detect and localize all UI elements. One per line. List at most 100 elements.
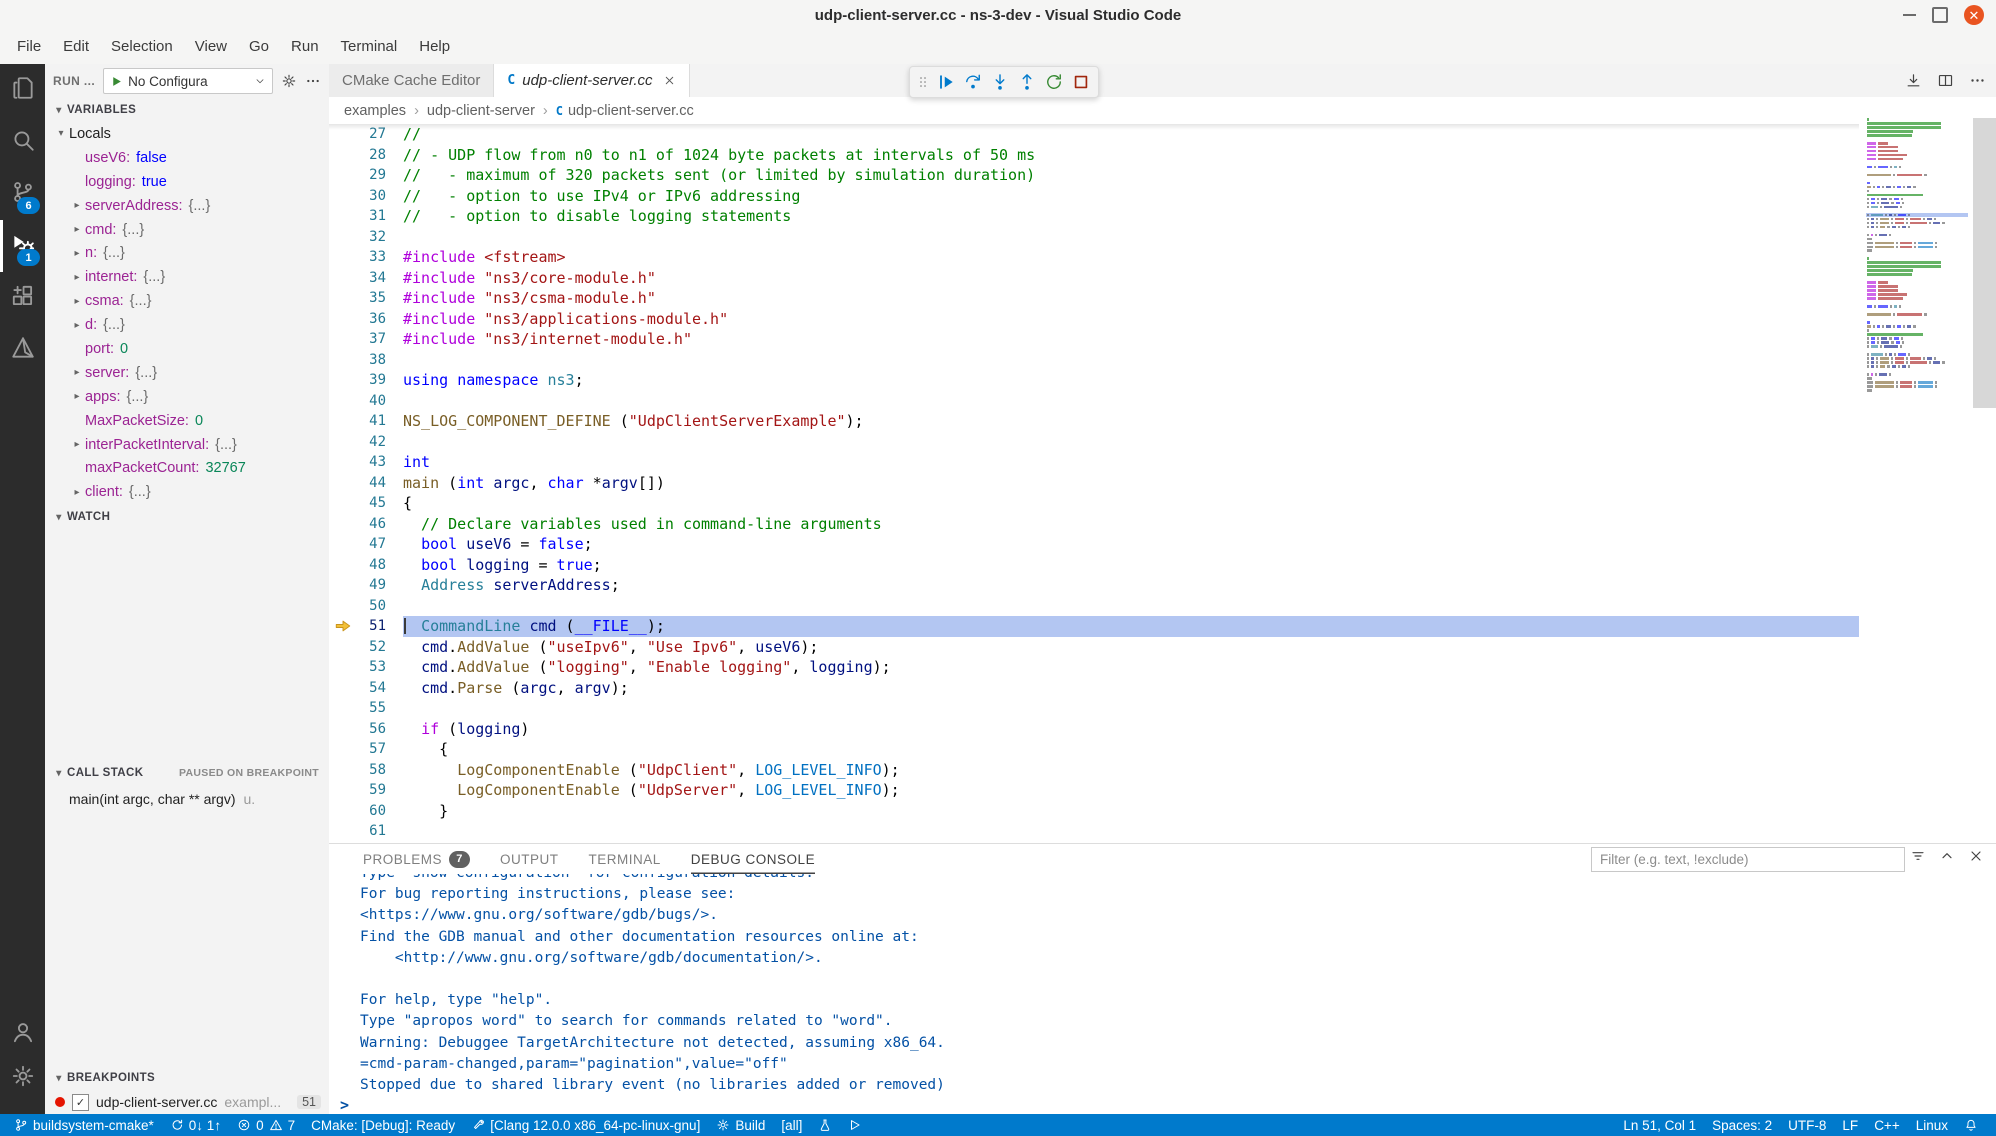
callstack-frame[interactable]: main(int argc, char ** argv) u. (45, 787, 329, 811)
breadcrumb-item-examples[interactable]: examples (344, 103, 406, 119)
code-line-28[interactable]: 28// - UDP flow from n0 to n1 of 1024 by… (329, 145, 1859, 166)
status-cmake-launch-button[interactable] (840, 1114, 870, 1136)
variable-d[interactable]: ▸d:{...} (45, 313, 329, 337)
menu-edit[interactable]: Edit (52, 30, 100, 64)
start-debug-icon[interactable] (110, 75, 123, 88)
close-button[interactable]: ✕ (1964, 5, 1984, 25)
maximize-panel-icon[interactable] (1939, 848, 1955, 869)
breakpoint-row[interactable]: ✓ udp-client-server.cc exampl... 51 (45, 1090, 329, 1114)
variable-usev6[interactable]: useV6:false (45, 146, 329, 170)
breadcrumb-item-udp-client-server-cc[interactable]: Cudp-client-server.cc (556, 103, 694, 119)
variable-client[interactable]: ▸client:{...} (45, 480, 329, 504)
status-cmake-status[interactable]: CMake: [Debug]: Ready (303, 1114, 463, 1136)
variable-port[interactable]: port:0 (45, 337, 329, 361)
code-line-34[interactable]: 34#include "ns3/core-module.h" (329, 268, 1859, 289)
code-line-39[interactable]: 39using namespace ns3; (329, 370, 1859, 391)
close-panel-icon[interactable] (1968, 848, 1984, 869)
code-line-42[interactable]: 42 (329, 432, 1859, 453)
restart-button[interactable] (1040, 68, 1067, 96)
variable-internet[interactable]: ▸internet:{...} (45, 265, 329, 289)
code-line-48[interactable]: 48 bool logging = true; (329, 555, 1859, 576)
status-eol[interactable]: LF (1834, 1114, 1866, 1136)
breakpoints-section-header[interactable]: ▾ BREAKPOINTS (45, 1066, 329, 1090)
menu-file[interactable]: File (6, 30, 52, 64)
step-into-button[interactable] (986, 68, 1013, 96)
code-line-29[interactable]: 29// - maximum of 320 packets sent (or l… (329, 165, 1859, 186)
menu-go[interactable]: Go (238, 30, 280, 64)
status-cmake-build-button[interactable]: Build (708, 1114, 773, 1136)
menu-help[interactable]: Help (408, 30, 461, 64)
code-line-55[interactable]: 55 (329, 698, 1859, 719)
maximize-button[interactable] (1932, 7, 1948, 23)
code-line-58[interactable]: 58 LogComponentEnable ("UdpClient", LOG_… (329, 760, 1859, 781)
callstack-section-header[interactable]: ▾ CALL STACK PAUSED ON BREAKPOINT (45, 761, 329, 785)
debug-more-actions-icon[interactable] (305, 73, 321, 89)
status-git-branch[interactable]: buildsystem-cmake* (6, 1114, 162, 1136)
activitybar-cmake[interactable] (0, 324, 45, 376)
code-line-35[interactable]: 35#include "ns3/csma-module.h" (329, 288, 1859, 309)
panel-tab-debug-console[interactable]: DEBUG CONSOLE (691, 844, 815, 874)
variable-maxpacketcount[interactable]: maxPacketCount:32767 (45, 456, 329, 480)
code-line-43[interactable]: 43int (329, 452, 1859, 473)
code-line-38[interactable]: 38 (329, 350, 1859, 371)
activitybar-settings[interactable] (0, 1056, 45, 1100)
console-prompt[interactable]: > (340, 1096, 349, 1114)
status-language-mode[interactable]: C++ (1866, 1114, 1908, 1136)
code-line-47[interactable]: 47 bool useV6 = false; (329, 534, 1859, 555)
status-cursor-position[interactable]: Ln 51, Col 1 (1615, 1114, 1704, 1136)
status-notifications[interactable] (1956, 1114, 1986, 1136)
code-line-57[interactable]: 57 { (329, 739, 1859, 760)
variable-maxpacketsize[interactable]: MaxPacketSize:0 (45, 409, 329, 433)
status-cmake-target[interactable]: [all] (773, 1114, 810, 1136)
code-line-50[interactable]: 50 (329, 596, 1859, 617)
status-cmake-kit[interactable]: [Clang 12.0.0 x86_64-pc-linux-gnu] (463, 1114, 708, 1136)
menu-run[interactable]: Run (280, 30, 330, 64)
menu-terminal[interactable]: Terminal (330, 30, 409, 64)
code-line-44[interactable]: 44main (int argc, char *argv[]) (329, 473, 1859, 494)
breakpoint-checkbox[interactable]: ✓ (72, 1094, 89, 1111)
code-line-40[interactable]: 40 (329, 391, 1859, 412)
panel-tab-terminal[interactable]: TERMINAL (589, 844, 661, 874)
status-indentation[interactable]: Spaces: 2 (1704, 1114, 1780, 1136)
tab-cmake-cache-editor[interactable]: CMake Cache Editor (329, 64, 494, 97)
variables-section-header[interactable]: ▾ VARIABLES (45, 98, 329, 122)
status-os-indicator[interactable]: Linux (1908, 1114, 1956, 1136)
step-over-button[interactable] (959, 68, 986, 96)
code-line-36[interactable]: 36#include "ns3/applications-module.h" (329, 309, 1859, 330)
filter-lines-icon[interactable] (1910, 848, 1926, 869)
code-line-45[interactable]: 45{ (329, 493, 1859, 514)
activitybar-search[interactable] (0, 116, 45, 168)
step-out-button[interactable] (1013, 68, 1040, 96)
code-line-30[interactable]: 30// - option to use IPv4 or IPv6 addres… (329, 186, 1859, 207)
code-line-37[interactable]: 37#include "ns3/internet-module.h" (329, 329, 1859, 350)
activitybar-account[interactable] (0, 1012, 45, 1056)
panel-tab-output[interactable]: OUTPUT (500, 844, 559, 874)
menu-view[interactable]: View (184, 30, 238, 64)
code-line-33[interactable]: 33#include <fstream> (329, 247, 1859, 268)
breadcrumb-item-udp-client-server[interactable]: udp-client-server (427, 103, 535, 119)
minimap[interactable] (1859, 97, 1973, 843)
status-problems[interactable]: 07 (229, 1114, 303, 1136)
code-line-53[interactable]: 53 cmd.AddValue ("logging", "Enable logg… (329, 657, 1859, 678)
debug-config-dropdown[interactable]: No Configura (103, 68, 273, 94)
variable-csma[interactable]: ▸csma:{...} (45, 289, 329, 313)
code-line-31[interactable]: 31// - option to disable logging stateme… (329, 206, 1859, 227)
code-area[interactable]: 27//28// - UDP flow from n0 to n1 of 102… (329, 124, 1859, 843)
code-line-59[interactable]: 59 LogComponentEnable ("UdpServer", LOG_… (329, 780, 1859, 801)
code-line-52[interactable]: 52 cmd.AddValue ("useIpv6", "Use Ipv6", … (329, 637, 1859, 658)
code-line-32[interactable]: 32 (329, 227, 1859, 248)
activitybar-source-control[interactable]: 6 (0, 168, 45, 220)
download-icon[interactable] (1905, 72, 1922, 89)
split-editor-icon[interactable] (1937, 72, 1954, 89)
debug-settings-gear-icon[interactable] (281, 73, 297, 89)
tab-udp-client-server-cc[interactable]: Cudp-client-server.cc (494, 64, 689, 97)
variable-logging[interactable]: logging:true (45, 170, 329, 194)
console-filter-input[interactable] (1591, 847, 1905, 872)
code-line-61[interactable]: 61 (329, 821, 1859, 842)
activitybar-explorer[interactable] (0, 64, 45, 116)
variable-cmd[interactable]: ▸cmd:{...} (45, 218, 329, 242)
code-line-56[interactable]: 56 if (logging) (329, 719, 1859, 740)
variable-serveraddress[interactable]: ▸serverAddress:{...} (45, 194, 329, 218)
code-line-41[interactable]: 41NS_LOG_COMPONENT_DEFINE ("UdpClientSer… (329, 411, 1859, 432)
variable-apps[interactable]: ▸apps:{...} (45, 385, 329, 409)
